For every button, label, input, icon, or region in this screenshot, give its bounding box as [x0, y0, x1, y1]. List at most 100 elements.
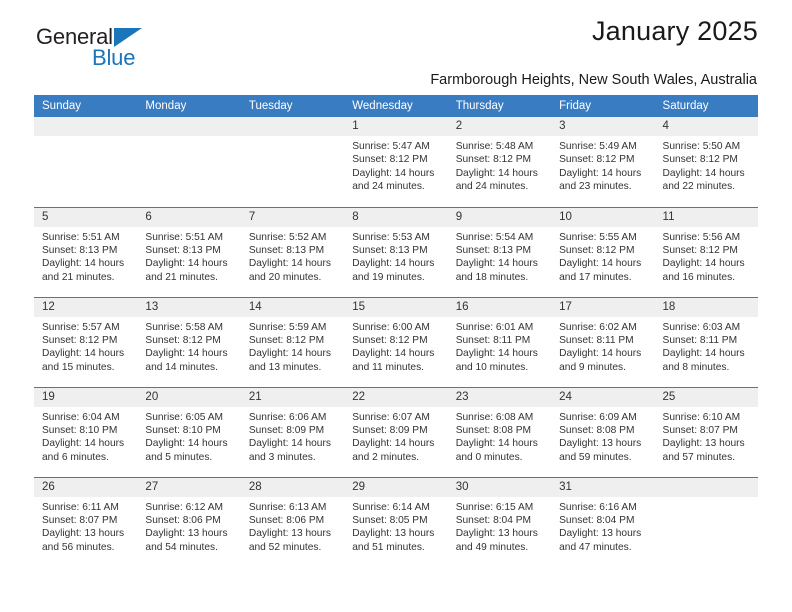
day-detail-sunset: Sunset: 8:12 PM [559, 244, 635, 256]
day-detail-sunset: Sunset: 8:07 PM [42, 514, 118, 526]
day-detail-sunrise: Sunrise: 6:09 AM [559, 411, 637, 423]
day-detail-daylight2: and 56 minutes. [42, 541, 115, 553]
weekday-header-friday: Friday [551, 95, 655, 117]
day-detail-sunset: Sunset: 8:12 PM [352, 334, 428, 346]
calendar-day-cell[interactable]: 30 Sunrise: 6:15 AM Sunset: 8:04 PM Dayligh… [447, 477, 552, 563]
calendar-day-cell[interactable]: 4 Sunrise: 5:50 AM Sunset: 8:12 PM Daylight… [654, 117, 758, 203]
page-title: January 2025 [591, 16, 758, 46]
calendar-day-cell[interactable]: 13 Sunrise: 5:58 AM Sunset: 8:12 PM Dayligh… [137, 297, 241, 383]
calendar-day-cell[interactable]: 20 Sunrise: 6:05 AM Sunset: 8:10 PM Dayligh… [137, 387, 241, 473]
calendar-day-cell[interactable]: 3 Sunrise: 5:49 AM Sunset: 8:12 PM Daylight… [551, 117, 655, 203]
day-detail-sunset: Sunset: 8:11 PM [455, 334, 531, 346]
day-detail-daylight2: and 2 minutes. [352, 451, 420, 463]
day-detail-sunset: Sunset: 8:13 PM [42, 244, 118, 256]
calendar-day-cell[interactable]: 28 Sunrise: 6:13 AM Sunset: 8:06 PM Dayligh… [240, 477, 345, 563]
day-details: Sunrise: 6:00 AM Sunset: 8:12 PM Daylight:… [344, 317, 447, 375]
day-detail-daylight2: and 16 minutes. [662, 271, 736, 283]
calendar-day-cell[interactable]: 21 Sunrise: 6:06 AM Sunset: 8:09 PM Dayligh… [240, 387, 345, 473]
location-subtitle: Farmborough Heights, New South Wales, Au… [430, 72, 757, 88]
day-detail-sunrise: Sunrise: 5:47 AM [352, 141, 430, 152]
calendar-day-cell[interactable]: 16 Sunrise: 6:01 AM Sunset: 8:11 PM Dayligh… [447, 297, 552, 383]
calendar-day-cell[interactable]: 1 Sunrise: 5:47 AM Sunset: 8:12 PM Daylight… [344, 117, 448, 203]
calendar-day-cell[interactable]: 2 Sunrise: 5:48 AM Sunset: 8:12 PM Daylight… [447, 117, 552, 203]
calendar-day-cell[interactable]: 18 Sunrise: 6:03 AM Sunset: 8:11 PM Dayligh… [654, 297, 758, 383]
calendar-day-cell[interactable]: 5 Sunrise: 5:51 AM Sunset: 8:13 PM Daylight… [34, 207, 138, 293]
day-detail-sunset: Sunset: 8:12 PM [662, 154, 738, 166]
calendar-day-cell[interactable]: 10 Sunrise: 5:55 AM Sunset: 8:12 PM Dayligh… [551, 207, 655, 293]
day-detail-sunrise: Sunrise: 6:13 AM [248, 501, 327, 513]
day-detail-sunrise: Sunrise: 5:49 AM [559, 141, 637, 152]
day-detail-sunset: Sunset: 8:05 PM [352, 514, 428, 526]
day-number: 9 [447, 207, 552, 227]
calendar-day-cell[interactable]: 19 Sunrise: 6:04 AM Sunset: 8:10 PM Dayligh… [34, 387, 138, 473]
day-detail-sunset: Sunset: 8:09 PM [352, 424, 428, 436]
logo-text-blue: Blue [92, 45, 136, 70]
day-detail-sunrise: Sunrise: 6:15 AM [455, 501, 534, 513]
day-number: 11 [654, 207, 758, 227]
calendar-day-cell[interactable]: 23 Sunrise: 6:08 AM Sunset: 8:08 PM Dayligh… [447, 387, 552, 473]
calendar-day-cell[interactable]: 25 Sunrise: 6:10 AM Sunset: 8:07 PM Dayligh… [654, 387, 758, 473]
calendar-day-cell[interactable]: 29 Sunrise: 6:14 AM Sunset: 8:05 PM Dayligh… [344, 477, 448, 563]
day-detail-sunset: Sunset: 8:12 PM [662, 244, 738, 256]
day-detail-sunset: Sunset: 8:12 PM [145, 334, 221, 346]
day-detail-daylight2: and 59 minutes. [559, 451, 632, 463]
calendar-day-cell[interactable]: 7 Sunrise: 5:52 AM Sunset: 8:13 PM Daylight… [240, 207, 345, 293]
day-details: Sunrise: 6:16 AM Sunset: 8:04 PM Daylight:… [551, 497, 654, 555]
day-detail-sunset: Sunset: 8:06 PM [145, 514, 221, 526]
calendar-day-cell[interactable]: 31 Sunrise: 6:16 AM Sunset: 8:04 PM Dayligh… [551, 477, 655, 563]
day-detail-sunset: Sunset: 8:12 PM [248, 334, 325, 346]
day-detail-sunrise: Sunrise: 6:06 AM [248, 411, 327, 423]
calendar-day-cell[interactable]: 9 Sunrise: 5:54 AM Sunset: 8:13 PM Daylight… [447, 207, 552, 293]
day-detail-daylight2: and 14 minutes. [145, 361, 218, 373]
day-detail-sunrise: Sunrise: 6:12 AM [145, 501, 224, 513]
day-detail-daylight2: and 3 minutes. [248, 451, 316, 463]
day-details: Sunrise: 5:48 AM Sunset: 8:12 PM Daylight:… [448, 136, 551, 194]
calendar-day-cell[interactable]: 12 Sunrise: 5:57 AM Sunset: 8:12 PM Dayligh… [34, 297, 138, 383]
day-details: Sunrise: 6:12 AM Sunset: 8:06 PM Daylight:… [137, 497, 240, 555]
day-details: Sunrise: 6:05 AM Sunset: 8:10 PM Daylight:… [137, 407, 240, 465]
day-number: 26 [34, 477, 138, 497]
calendar-day-cell[interactable]: 17 Sunrise: 6:02 AM Sunset: 8:11 PM Dayligh… [551, 297, 655, 383]
day-detail-sunrise: Sunrise: 5:54 AM [455, 231, 534, 243]
day-number: 30 [447, 477, 552, 497]
day-number: 25 [654, 387, 758, 407]
calendar-day-cell[interactable]: 22 Sunrise: 6:07 AM Sunset: 8:09 PM Dayligh… [344, 387, 448, 473]
day-detail-daylight1: Daylight: 14 hours [145, 258, 228, 270]
day-detail-daylight1: Daylight: 13 hours [352, 528, 435, 540]
day-details: Sunrise: 5:47 AM Sunset: 8:12 PM Daylight:… [344, 136, 447, 194]
calendar-week-row: 5 Sunrise: 5:51 AM Sunset: 8:13 PM Daylight… [34, 207, 758, 293]
calendar-day-cell[interactable]: 24 Sunrise: 6:09 AM Sunset: 8:08 PM Dayligh… [551, 387, 655, 473]
day-number: 28 [240, 477, 345, 497]
day-detail-sunset: Sunset: 8:04 PM [455, 514, 532, 526]
day-detail-daylight2: and 19 minutes. [352, 271, 425, 283]
day-number: 10 [551, 207, 655, 227]
calendar-day-cell[interactable]: 27 Sunrise: 6:12 AM Sunset: 8:06 PM Dayligh… [137, 477, 241, 563]
day-detail-daylight1: Daylight: 14 hours [455, 348, 538, 360]
day-details: Sunrise: 5:51 AM Sunset: 8:13 PM Daylight:… [137, 227, 240, 285]
day-detail-sunrise: Sunrise: 6:07 AM [352, 411, 430, 423]
day-details: Sunrise: 5:50 AM Sunset: 8:12 PM Daylight:… [655, 136, 758, 194]
day-details: Sunrise: 6:06 AM Sunset: 8:09 PM Daylight:… [241, 407, 344, 465]
day-detail-sunrise: Sunrise: 6:16 AM [559, 501, 637, 513]
day-detail-sunset: Sunset: 8:13 PM [145, 244, 221, 256]
calendar-day-cell[interactable]: 14 Sunrise: 5:59 AM Sunset: 8:12 PM Dayligh… [240, 297, 345, 383]
day-detail-sunset: Sunset: 8:06 PM [248, 514, 325, 526]
day-detail-daylight2: and 22 minutes. [662, 181, 736, 193]
calendar-day-cell-empty [137, 117, 241, 203]
day-detail-daylight2: and 21 minutes. [42, 271, 115, 283]
calendar-day-cell[interactable]: 11 Sunrise: 5:56 AM Sunset: 8:12 PM Dayligh… [654, 207, 758, 293]
calendar-day-cell[interactable]: 15 Sunrise: 6:00 AM Sunset: 8:12 PM Dayligh… [344, 297, 448, 383]
calendar-page: General Blue January 2025 Farmborough He… [0, 0, 792, 612]
calendar-day-cell[interactable]: 8 Sunrise: 5:53 AM Sunset: 8:13 PM Daylight… [344, 207, 448, 293]
day-detail-sunrise: Sunrise: 6:14 AM [352, 501, 430, 513]
calendar-day-cell-empty [240, 117, 345, 203]
day-details: Sunrise: 6:07 AM Sunset: 8:09 PM Daylight:… [344, 407, 447, 465]
day-detail-daylight2: and 21 minutes. [145, 271, 218, 283]
calendar-day-cell[interactable]: 26 Sunrise: 6:11 AM Sunset: 8:07 PM Dayligh… [34, 477, 138, 563]
day-detail-daylight2: and 49 minutes. [455, 541, 529, 553]
day-number: 14 [240, 297, 345, 317]
day-detail-sunset: Sunset: 8:12 PM [42, 334, 118, 346]
general-blue-logo[interactable]: General Blue [36, 24, 166, 70]
day-details: Sunrise: 5:59 AM Sunset: 8:12 PM Daylight:… [241, 317, 344, 375]
calendar-day-cell[interactable]: 6 Sunrise: 5:51 AM Sunset: 8:13 PM Daylight… [137, 207, 241, 293]
